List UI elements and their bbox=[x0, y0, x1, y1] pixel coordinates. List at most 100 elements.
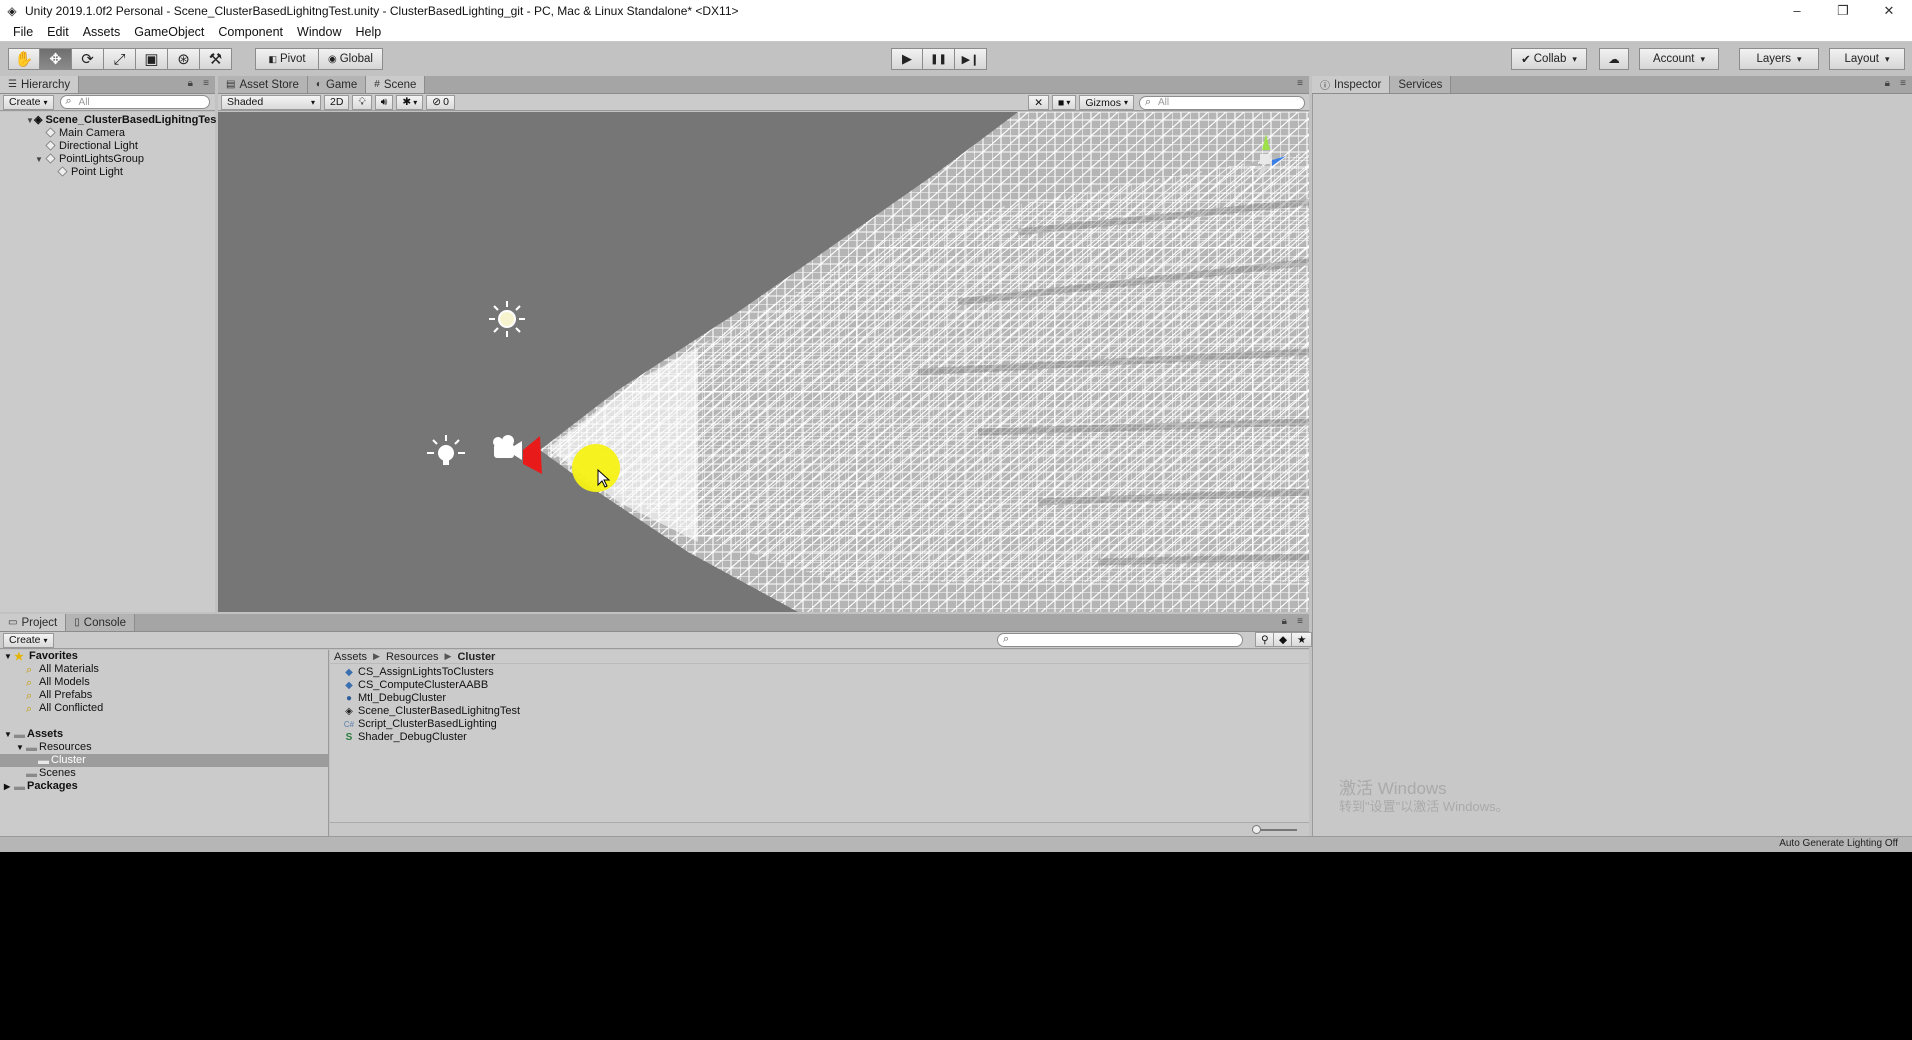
effects-dropdown[interactable]: ✱ ▾ bbox=[396, 94, 424, 110]
tab-services[interactable]: Services bbox=[1390, 76, 1452, 93]
camera-settings-dropdown[interactable]: ■ ▾ bbox=[1052, 95, 1077, 110]
layout-label: Layout bbox=[1844, 53, 1879, 65]
hierarchy-create-button[interactable]: Create ▾ bbox=[3, 94, 54, 110]
asset-item[interactable]: S Shader_DebugCluster bbox=[330, 731, 1309, 744]
tab-scene[interactable]: # Scene bbox=[366, 76, 426, 93]
hand-icon[interactable]: ✋ bbox=[8, 48, 40, 70]
assets-folder-row[interactable]: ▼ ▬ Assets bbox=[0, 728, 328, 741]
toggle-2d-button[interactable]: 2D bbox=[324, 94, 350, 110]
tab-game[interactable]: ◐ Game bbox=[307, 76, 367, 93]
point-light-gizmo[interactable] bbox=[572, 444, 620, 492]
folder-row-cluster[interactable]: ▬ Cluster bbox=[0, 754, 328, 767]
breadcrumb-item[interactable]: Cluster bbox=[457, 651, 495, 663]
tab-project[interactable]: ▭ Project bbox=[0, 614, 67, 631]
tools-icon[interactable]: ✕ bbox=[1028, 95, 1050, 110]
scale-icon[interactable]: ⤢ bbox=[104, 48, 136, 70]
breadcrumb-item[interactable]: Resources bbox=[386, 651, 439, 663]
menu-gameobject[interactable]: GameObject bbox=[127, 25, 211, 39]
scene-viewport[interactable] bbox=[218, 112, 1309, 612]
shading-mode-dropdown[interactable]: Shaded ▾ bbox=[221, 94, 321, 110]
cloud-icon[interactable]: ☁ bbox=[1599, 48, 1629, 70]
lighting-toggle[interactable]: 💡︎ bbox=[352, 94, 372, 110]
folder-row-resources[interactable]: ▼ ▬ Resources bbox=[0, 741, 328, 754]
hierarchy-panel: ☰Hierarchy 🔒︎ ≡ Create▾ All ▼ ◈Scene_Clu… bbox=[0, 76, 216, 612]
panel-menu-icon[interactable]: ≡ bbox=[1297, 616, 1303, 627]
move-icon[interactable]: ✥ bbox=[40, 48, 72, 70]
scene-search-input[interactable]: All bbox=[1139, 95, 1305, 110]
step-button[interactable]: ▶❙ bbox=[955, 48, 987, 70]
lock-icon[interactable]: 🔒︎ bbox=[1885, 78, 1890, 89]
asset-item[interactable]: C# Script_ClusterBasedLighting bbox=[330, 718, 1309, 731]
expand-caret-icon[interactable]: ▼ bbox=[35, 153, 43, 166]
rect-tool-icon[interactable]: ▣ bbox=[136, 48, 168, 70]
pivot-toggle[interactable]: ◧ Pivot bbox=[255, 48, 319, 70]
hierarchy-create-label: Create bbox=[9, 96, 41, 108]
menu-window[interactable]: Window bbox=[290, 25, 348, 39]
favorites-row[interactable]: ▼ ★ Favorites bbox=[0, 650, 328, 663]
hierarchy-search-input[interactable]: All bbox=[59, 95, 210, 109]
asset-item[interactable]: ◆ CS_ComputeClusterAABB bbox=[330, 679, 1309, 692]
point-light-icon[interactable] bbox=[427, 435, 465, 465]
scene-root-row[interactable]: ▼ ◈ Scene_ClusterBasedLighitngTes bbox=[0, 114, 216, 127]
global-toggle[interactable]: ◉ Global bbox=[319, 48, 383, 70]
project-search-input[interactable] bbox=[997, 633, 1243, 647]
favorite-item[interactable]: ⌕ All Materials bbox=[0, 663, 328, 676]
menu-component[interactable]: Component bbox=[211, 25, 290, 39]
directional-light-icon[interactable] bbox=[489, 301, 525, 337]
asset-item[interactable]: ◆ CS_AssignLightsToClusters bbox=[330, 666, 1309, 679]
layout-dropdown[interactable]: Layout bbox=[1829, 48, 1905, 70]
favorite-item[interactable]: ⌕ All Conflicted bbox=[0, 702, 328, 715]
project-create-button[interactable]: Create ▾ bbox=[3, 632, 54, 648]
hierarchy-tree: ▼ ◈ Scene_ClusterBasedLighitngTes Main Ca… bbox=[0, 112, 216, 612]
expand-caret-icon[interactable]: ▼ bbox=[4, 728, 12, 741]
tab-asset-store[interactable]: ▤ Asset Store bbox=[218, 76, 308, 93]
favorite-item[interactable]: ⌕ All Prefabs bbox=[0, 689, 328, 702]
asset-item[interactable]: ◈ Scene_ClusterBasedLighitngTest bbox=[330, 705, 1309, 718]
chevron-down-icon: ▾ bbox=[1066, 98, 1071, 107]
tab-hierarchy[interactable]: ☰ Hierarchy bbox=[0, 76, 80, 93]
expand-caret-icon[interactable]: ▼ bbox=[16, 741, 24, 754]
menu-help[interactable]: Help bbox=[348, 25, 388, 39]
asset-item[interactable]: ● Mtl_DebugCluster bbox=[330, 692, 1309, 705]
play-button[interactable]: ▶ bbox=[891, 48, 923, 70]
camera-gizmo-icon[interactable] bbox=[493, 435, 522, 460]
custom-tool-icon[interactable]: ⚒ bbox=[200, 48, 232, 70]
filter-type-icon[interactable]: ⚲ bbox=[1255, 632, 1275, 647]
restore-button[interactable]: ❐ bbox=[1820, 0, 1866, 22]
breadcrumb-item[interactable]: Assets bbox=[334, 651, 367, 663]
folder-row-scenes[interactable]: ▬ Scenes bbox=[0, 767, 328, 780]
expand-caret-icon[interactable]: ▼ bbox=[4, 650, 12, 663]
favorite-star-icon[interactable]: ★ bbox=[1291, 632, 1313, 647]
hierarchy-item[interactable]: Directional Light bbox=[0, 140, 215, 153]
pause-button[interactable]: ❚❚ bbox=[923, 48, 955, 70]
minimize-button[interactable]: – bbox=[1774, 0, 1820, 22]
panel-menu-icon[interactable]: ≡ bbox=[1297, 78, 1303, 89]
menu-assets[interactable]: Assets bbox=[76, 25, 128, 39]
folder-open-icon: ▬ bbox=[38, 755, 49, 767]
menu-file[interactable]: File bbox=[6, 25, 40, 39]
menu-edit[interactable]: Edit bbox=[40, 25, 76, 39]
hierarchy-item[interactable]: Main Camera bbox=[0, 127, 215, 140]
hidden-objects-toggle[interactable]: ⊘ 0 bbox=[426, 94, 455, 110]
collab-button[interactable]: ✔ Collab bbox=[1511, 48, 1587, 70]
expand-caret-icon[interactable]: ▶ bbox=[4, 780, 10, 793]
panel-menu-icon[interactable]: ≡ bbox=[1900, 78, 1906, 89]
hierarchy-item[interactable]: ▼ PointLightsGroup bbox=[0, 153, 215, 166]
audio-toggle[interactable]: 🔊︎ bbox=[374, 94, 394, 110]
tab-console[interactable]: ▯ Console bbox=[66, 614, 135, 631]
panel-menu-icon[interactable]: ≡ bbox=[203, 78, 209, 89]
account-dropdown[interactable]: Account bbox=[1639, 48, 1719, 70]
lock-icon[interactable]: 🔒︎ bbox=[1282, 616, 1287, 627]
packages-folder-row[interactable]: ▶ ▬ Packages bbox=[0, 780, 328, 793]
close-button[interactable]: ✕ bbox=[1866, 0, 1912, 22]
lock-icon[interactable]: 🔒︎ bbox=[188, 78, 193, 89]
transform-icon[interactable]: ⊛ bbox=[168, 48, 200, 70]
slider-handle[interactable] bbox=[1252, 825, 1261, 834]
hierarchy-item[interactable]: Point Light bbox=[0, 166, 215, 179]
favorite-item[interactable]: ⌕ All Models bbox=[0, 676, 328, 689]
rotate-icon[interactable]: ⟳ bbox=[72, 48, 104, 70]
expand-caret-icon[interactable]: ▼ bbox=[26, 114, 34, 127]
layers-dropdown[interactable]: Layers bbox=[1739, 48, 1819, 70]
gizmos-dropdown[interactable]: Gizmos ▾ bbox=[1079, 95, 1134, 110]
tab-inspector[interactable]: ⓘ Inspector bbox=[1312, 76, 1391, 93]
